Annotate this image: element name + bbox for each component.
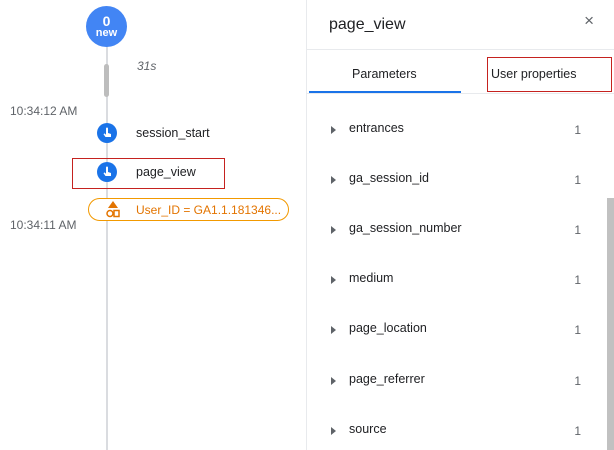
new-events-count: 0	[102, 13, 111, 29]
event-session-start[interactable]: session_start	[136, 126, 210, 140]
timeline-line	[106, 40, 108, 450]
new-events-label: new	[95, 27, 118, 39]
expand-arrow-icon[interactable]	[331, 226, 336, 234]
parameter-name: ga_session_id	[349, 171, 429, 185]
expand-arrow-icon[interactable]	[331, 427, 336, 435]
close-icon[interactable]: ×	[584, 11, 594, 31]
event-page-view[interactable]: page_view	[136, 165, 196, 179]
timestamp: 10:34:11 AM	[10, 218, 77, 232]
parameter-row[interactable]: page_location 1	[307, 321, 597, 371]
parameter-count: 1	[574, 273, 581, 287]
highlight-box	[487, 57, 612, 92]
parameter-count: 1	[574, 424, 581, 438]
timeline-scroll-thumb[interactable]	[104, 64, 109, 97]
divider	[307, 93, 614, 94]
parameter-name: page_referrer	[349, 372, 425, 386]
parameter-row[interactable]: medium 1	[307, 271, 597, 321]
event-details-panel: page_view × Parameters User properties e…	[306, 0, 614, 450]
timestamp: 10:34:12 AM	[10, 104, 78, 118]
touch-icon[interactable]	[97, 123, 117, 143]
parameter-name: entrances	[349, 121, 404, 135]
parameter-count: 1	[574, 323, 581, 337]
divider	[307, 49, 614, 50]
expand-arrow-icon[interactable]	[331, 276, 336, 284]
parameter-name: source	[349, 422, 387, 436]
new-events-bubble[interactable]: 0 new	[86, 6, 127, 47]
parameter-count: 1	[574, 173, 581, 187]
duration-label: 31s	[137, 59, 157, 73]
touch-icon[interactable]	[97, 162, 117, 182]
expand-arrow-icon[interactable]	[331, 126, 336, 134]
parameter-count: 1	[574, 374, 581, 388]
expand-arrow-icon[interactable]	[331, 377, 336, 385]
debug-timeline: 0 new 31s 10:34:12 AM 10:34:11 AM sessio…	[0, 0, 306, 450]
parameter-row[interactable]: ga_session_number 1	[307, 221, 597, 271]
tab-parameters[interactable]: Parameters	[352, 67, 417, 81]
expand-arrow-icon[interactable]	[331, 326, 336, 334]
user-property-label[interactable]: User_ID = GA1.1.181346...	[136, 203, 281, 217]
parameter-row[interactable]: entrances 1	[307, 121, 597, 171]
parameter-row[interactable]: page_referrer 1	[307, 372, 597, 422]
expand-arrow-icon[interactable]	[331, 176, 336, 184]
parameter-name: ga_session_number	[349, 221, 462, 235]
parameter-name: page_location	[349, 321, 427, 335]
panel-title: page_view	[329, 16, 406, 33]
parameter-row[interactable]: source 1	[307, 422, 597, 450]
parameter-name: medium	[349, 271, 394, 285]
panel-scrollbar[interactable]	[607, 198, 614, 450]
parameter-count: 1	[574, 123, 581, 137]
parameter-row[interactable]: ga_session_id 1	[307, 171, 597, 221]
parameter-count: 1	[574, 223, 581, 237]
shapes-icon	[106, 200, 120, 218]
